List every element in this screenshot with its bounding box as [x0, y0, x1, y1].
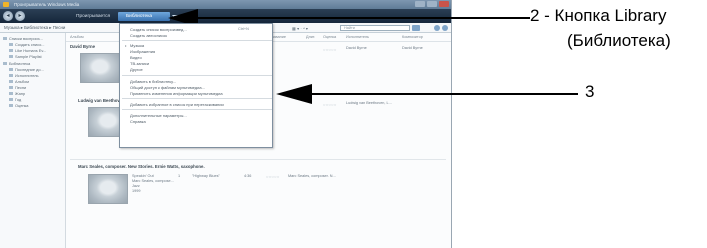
rating-stars[interactable]: ○○○○○: [266, 174, 280, 179]
tree-item[interactable]: Создать списо...: [9, 42, 45, 47]
menu-separator: [122, 98, 272, 99]
callout-2-sublabel: (Библиотека): [567, 31, 671, 50]
menu-item-add-favorites[interactable]: Добавить избранное в список при перетаск…: [130, 102, 224, 107]
search-input[interactable]: Найти: [340, 25, 410, 31]
navigation-bar: ◂ ▸ Проигрывается Библиотека: [0, 9, 451, 23]
tree-item[interactable]: Библиотека: [3, 61, 30, 66]
track-artist: Marc Seales, composer. N...: [288, 174, 336, 178]
menu-item-tv[interactable]: ТВ-записи: [130, 61, 149, 66]
menu-item-help[interactable]: Справка: [130, 119, 146, 124]
track-duration: 4:36: [244, 174, 252, 178]
tree-item[interactable]: Оценка: [9, 103, 28, 108]
callout-3-arrowhead-icon: [276, 84, 312, 104]
track-artist: David Byrne: [346, 46, 367, 50]
column-header[interactable]: Длит.: [306, 35, 315, 39]
menu-item-video[interactable]: Видео: [130, 55, 142, 60]
menu-item-pictures[interactable]: Изображения: [130, 49, 155, 54]
rating-icon: [9, 104, 13, 108]
library-button[interactable]: Библиотека: [118, 12, 170, 21]
genre-icon: [9, 92, 13, 96]
group-divider: [70, 159, 446, 160]
menu-shortcut: Ctrl+N: [238, 27, 249, 31]
library-dropdown-menu: Создать список воспроизвед... Ctrl+N Соз…: [119, 23, 273, 148]
navigation-pane: Списки воспроиз... Создать списо... Like…: [0, 33, 66, 248]
track-number: 1: [178, 174, 181, 178]
callout-2-arrow-line: [196, 17, 530, 19]
window-title: Проигрыватель Windows Media: [14, 2, 80, 7]
back-icon[interactable]: ◂: [3, 11, 13, 21]
column-header[interactable]: Композитор: [402, 35, 423, 39]
tree-item[interactable]: Like Humans Ev...: [9, 48, 46, 53]
playlist-icon: [9, 55, 13, 59]
artist-icon: [9, 74, 13, 78]
album-group-title: Ludwig van Beethoven: [78, 98, 125, 103]
toolbar-icons: [434, 25, 448, 31]
menu-item-more-options[interactable]: Дополнительные параметры...: [130, 113, 187, 118]
album-art[interactable]: [88, 174, 128, 204]
media-player-window: Проигрыватель Windows Media ◂ ▸ Проигрыв…: [0, 0, 452, 248]
menu-item-add-to-library[interactable]: Добавить в библиотеку...: [130, 79, 176, 84]
rating-stars[interactable]: ○○○○○: [323, 102, 337, 107]
song-icon: [9, 86, 13, 90]
album-icon: [9, 80, 13, 84]
album-group-title: David Byrne: [70, 44, 96, 49]
callout-3-label: 3: [585, 82, 595, 101]
menu-item-create-playlist[interactable]: Создать список воспроизвед...: [130, 27, 187, 32]
callout-3-arrow-line: [310, 93, 578, 95]
tree-item[interactable]: Последние до...: [9, 67, 44, 72]
tree-item[interactable]: Альбом: [9, 79, 29, 84]
album-group-title: Marc Seales, composer. New Stories. Erni…: [78, 164, 205, 169]
playlist-icon: [3, 37, 7, 41]
search-icon[interactable]: [412, 25, 420, 31]
menu-item-media-sharing[interactable]: Общий доступ к файлам мультимедиа...: [130, 85, 205, 90]
close-icon[interactable]: [439, 1, 449, 7]
playlist-icon: [9, 49, 13, 53]
maximize-icon[interactable]: [427, 1, 437, 7]
layout-icon[interactable]: [442, 25, 448, 31]
window-controls: [415, 1, 449, 7]
track-artist: Ludwig van Beethoven, L...: [346, 101, 392, 105]
recent-icon: [9, 68, 13, 72]
rating-stars[interactable]: ○○○○○: [323, 47, 337, 52]
playlist-icon: [9, 43, 13, 47]
library-icon: [3, 62, 7, 66]
forward-icon[interactable]: ▸: [15, 11, 25, 21]
menu-separator: [122, 75, 272, 76]
menu-item-music[interactable]: Музыка: [125, 43, 144, 48]
tree-item[interactable]: Жанр: [9, 91, 25, 96]
column-header[interactable]: Исполнитель: [346, 35, 369, 39]
year-icon: [9, 98, 13, 102]
track-title[interactable]: "Highway Blues": [192, 174, 220, 179]
breadcrumb[interactable]: Музыка ▸ Библиотека ▸ Песни: [4, 25, 65, 30]
tab-now-playing[interactable]: Проигрывается: [68, 12, 118, 21]
tree-item[interactable]: Списки воспроиз...: [3, 36, 43, 41]
column-header[interactable]: Альбом: [70, 35, 84, 39]
title-bar: Проигрыватель Windows Media: [0, 0, 451, 9]
album-art[interactable]: [80, 53, 120, 83]
column-header[interactable]: Оценка: [323, 35, 336, 39]
menu-separator: [122, 40, 272, 41]
tree-item[interactable]: Год: [9, 97, 21, 102]
menu-item-apply-media-info[interactable]: Применить изменения информации мультимед…: [130, 91, 223, 96]
tree-item[interactable]: Песни: [9, 85, 26, 90]
help-icon[interactable]: [434, 25, 440, 31]
tree-item[interactable]: Sample Playlist: [9, 54, 42, 59]
track-composer: David Byrne: [402, 46, 423, 50]
menu-separator: [122, 109, 272, 110]
menu-item-other[interactable]: Другое: [130, 67, 143, 72]
minimize-icon[interactable]: [415, 1, 425, 7]
media-player-icon: [3, 2, 9, 7]
album-info-line: 1999: [132, 189, 141, 193]
callout-2-label: 2 - Кнопка Library: [530, 6, 667, 25]
tree-item[interactable]: Исполнитель: [9, 73, 39, 78]
menu-item-create-autoplaylist[interactable]: Создать автосписок: [130, 33, 167, 38]
